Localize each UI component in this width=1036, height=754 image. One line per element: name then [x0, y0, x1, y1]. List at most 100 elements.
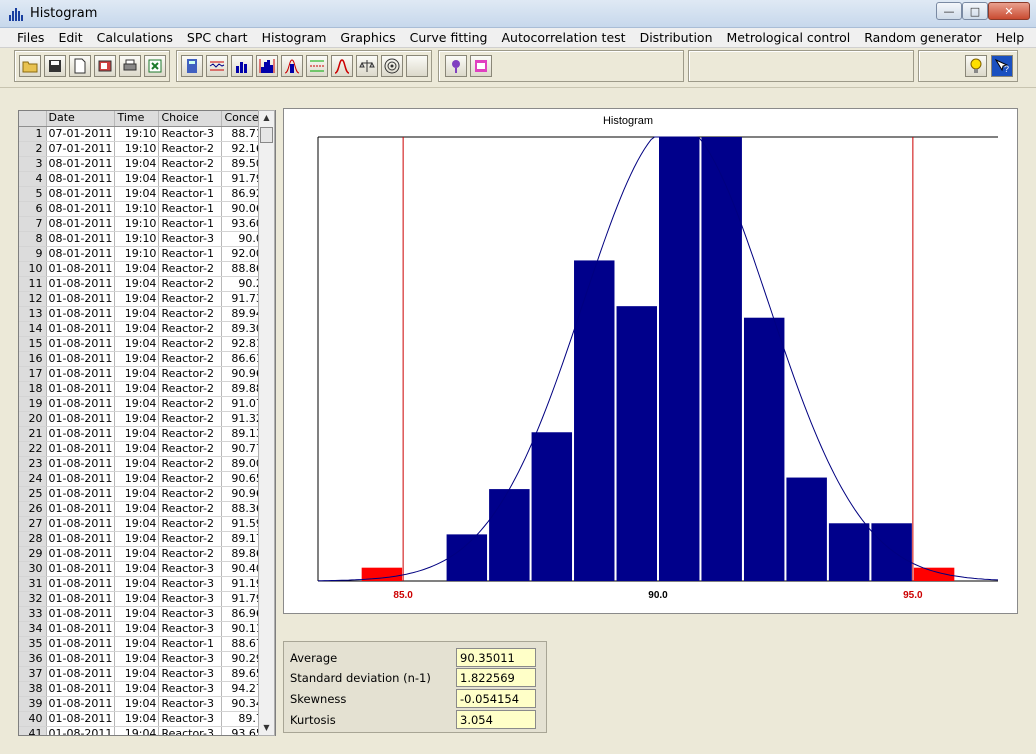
calculator-button[interactable]	[181, 55, 203, 77]
time-cell[interactable]: 19:10	[114, 246, 160, 262]
date-cell[interactable]: 08-01-2011	[46, 231, 116, 247]
time-cell[interactable]: 19:04	[114, 171, 160, 187]
scroll-down-icon[interactable]: ▼	[259, 721, 274, 735]
date-cell[interactable]: 01-08-2011	[46, 501, 116, 517]
date-cell[interactable]: 07-01-2011	[46, 141, 116, 157]
table-row[interactable]: 9 08-01-2011 19:10 Reactor-1 92.009	[19, 246, 273, 262]
table-row[interactable]: 32 01-08-2011 19:04 Reactor-3 91.794	[19, 591, 273, 607]
date-cell[interactable]: 01-08-2011	[46, 681, 116, 697]
table-row[interactable]: 15 01-08-2011 19:04 Reactor-2 92.811	[19, 336, 273, 352]
choice-cell[interactable]: Reactor-3	[158, 651, 223, 667]
time-cell[interactable]: 19:04	[114, 711, 160, 727]
row-number[interactable]: 3	[19, 156, 47, 172]
choice-cell[interactable]: Reactor-2	[158, 381, 223, 397]
date-cell[interactable]: 01-08-2011	[46, 576, 116, 592]
date-cell[interactable]: 08-01-2011	[46, 216, 116, 232]
time-cell[interactable]: 19:04	[114, 681, 160, 697]
table-row[interactable]: 11 01-08-2011 19:04 Reactor-2 90.27	[19, 276, 273, 292]
date-cell[interactable]: 01-08-2011	[46, 261, 116, 277]
table-row[interactable]: 35 01-08-2011 19:04 Reactor-1 88.678	[19, 636, 273, 652]
close-button[interactable]: ✕	[988, 2, 1030, 20]
menu-files[interactable]: Files	[10, 28, 51, 48]
choice-cell[interactable]: Reactor-2	[158, 351, 223, 367]
date-cell[interactable]: 01-08-2011	[46, 591, 116, 607]
table-row[interactable]: 27 01-08-2011 19:04 Reactor-2 91.597	[19, 516, 273, 532]
date-cell[interactable]: 01-08-2011	[46, 726, 116, 735]
row-number[interactable]: 37	[19, 666, 47, 682]
choice-cell[interactable]: Reactor-3	[158, 726, 223, 735]
table-row[interactable]: 28 01-08-2011 19:04 Reactor-2 89.173	[19, 531, 273, 547]
choice-cell[interactable]: Reactor-2	[158, 321, 223, 337]
column-header-choice[interactable]: Choice	[158, 111, 223, 127]
row-number[interactable]: 22	[19, 441, 47, 457]
time-cell[interactable]: 19:04	[114, 156, 160, 172]
time-cell[interactable]: 19:04	[114, 411, 160, 427]
column-header-time[interactable]: Time	[114, 111, 160, 127]
date-cell[interactable]: 01-08-2011	[46, 381, 116, 397]
choice-cell[interactable]: Reactor-3	[158, 591, 223, 607]
row-number[interactable]: 8	[19, 231, 47, 247]
table-row[interactable]: 29 01-08-2011 19:04 Reactor-2 89.866	[19, 546, 273, 562]
row-number[interactable]: 1	[19, 126, 47, 142]
row-number[interactable]: 33	[19, 606, 47, 622]
row-number[interactable]: 11	[19, 276, 47, 292]
row-number[interactable]: 7	[19, 216, 47, 232]
table-row[interactable]: 25 01-08-2011 19:04 Reactor-2 90.962	[19, 486, 273, 502]
date-cell[interactable]: 01-08-2011	[46, 336, 116, 352]
time-cell[interactable]: 19:10	[114, 216, 160, 232]
choice-cell[interactable]: Reactor-2	[158, 441, 223, 457]
row-number[interactable]: 19	[19, 396, 47, 412]
date-cell[interactable]: 01-08-2011	[46, 606, 116, 622]
date-cell[interactable]: 01-08-2011	[46, 651, 116, 667]
menu-spc-chart[interactable]: SPC chart	[180, 28, 255, 48]
table-row[interactable]: 13 01-08-2011 19:04 Reactor-2 89.944	[19, 306, 273, 322]
choice-cell[interactable]: Reactor-2	[158, 261, 223, 277]
column-header-date[interactable]: Date	[46, 111, 116, 127]
row-number[interactable]: 13	[19, 306, 47, 322]
date-cell[interactable]: 07-01-2011	[46, 126, 116, 142]
choice-cell[interactable]: Reactor-3	[158, 696, 223, 712]
table-row[interactable]: 4 08-01-2011 19:04 Reactor-1 91.796	[19, 171, 273, 187]
date-cell[interactable]: 08-01-2011	[46, 171, 116, 187]
time-cell[interactable]: 19:04	[114, 471, 160, 487]
table-row[interactable]: 33 01-08-2011 19:04 Reactor-3 86.963	[19, 606, 273, 622]
table-row[interactable]: 5 08-01-2011 19:04 Reactor-1 86.927	[19, 186, 273, 202]
scroll-thumb[interactable]	[260, 127, 273, 143]
time-cell[interactable]: 19:04	[114, 366, 160, 382]
row-number[interactable]: 17	[19, 366, 47, 382]
row-number[interactable]: 23	[19, 456, 47, 472]
date-cell[interactable]: 01-08-2011	[46, 546, 116, 562]
date-cell[interactable]: 01-08-2011	[46, 471, 116, 487]
date-cell[interactable]: 01-08-2011	[46, 351, 116, 367]
date-cell[interactable]: 01-08-2011	[46, 366, 116, 382]
table-row[interactable]: 36 01-08-2011 19:04 Reactor-3 90.291	[19, 651, 273, 667]
choice-cell[interactable]: Reactor-2	[158, 291, 223, 307]
menu-autocorrelation-test[interactable]: Autocorrelation test	[494, 28, 632, 48]
target-button[interactable]	[381, 55, 403, 77]
time-cell[interactable]: 19:04	[114, 351, 160, 367]
table-row[interactable]: 21 01-08-2011 19:04 Reactor-2 89.135	[19, 426, 273, 442]
row-number[interactable]: 35	[19, 636, 47, 652]
row-number[interactable]: 18	[19, 381, 47, 397]
date-cell[interactable]: 08-01-2011	[46, 156, 116, 172]
choice-cell[interactable]: Reactor-2	[158, 516, 223, 532]
date-cell[interactable]: 01-08-2011	[46, 696, 116, 712]
maximize-button[interactable]: □	[962, 2, 988, 20]
choice-cell[interactable]: Reactor-2	[158, 531, 223, 547]
choice-cell[interactable]: Reactor-3	[158, 681, 223, 697]
table-row[interactable]: 19 01-08-2011 19:04 Reactor-2 91.079	[19, 396, 273, 412]
date-cell[interactable]: 01-08-2011	[46, 561, 116, 577]
choice-cell[interactable]: Reactor-2	[158, 141, 223, 157]
choice-cell[interactable]: Reactor-2	[158, 471, 223, 487]
save-button[interactable]	[44, 55, 66, 77]
menu-curve-fitting[interactable]: Curve fitting	[403, 28, 495, 48]
table-row[interactable]: 38 01-08-2011 19:04 Reactor-3 94.275	[19, 681, 273, 697]
row-number[interactable]: 41	[19, 726, 47, 735]
table-row[interactable]: 26 01-08-2011 19:04 Reactor-2 88.365	[19, 501, 273, 517]
time-cell[interactable]: 19:10	[114, 141, 160, 157]
time-cell[interactable]: 19:04	[114, 546, 160, 562]
table-row[interactable]: 12 01-08-2011 19:04 Reactor-2 91.733	[19, 291, 273, 307]
table-row[interactable]: 23 01-08-2011 19:04 Reactor-2 89.001	[19, 456, 273, 472]
row-number[interactable]: 21	[19, 426, 47, 442]
table-row[interactable]: 14 01-08-2011 19:04 Reactor-2 89.309	[19, 321, 273, 337]
